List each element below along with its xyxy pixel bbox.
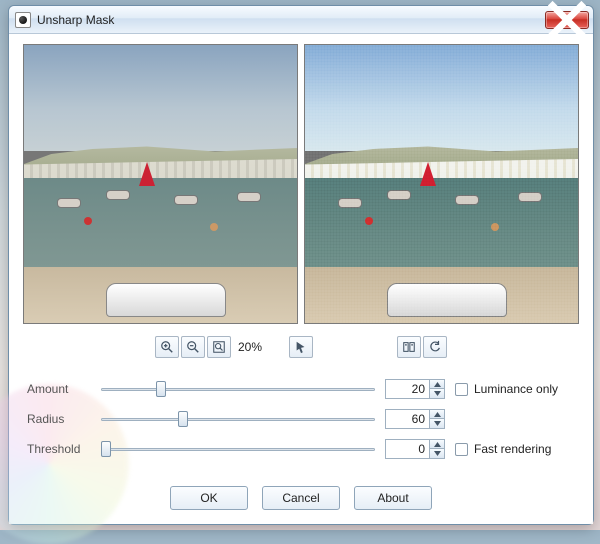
cancel-button[interactable]: Cancel: [262, 486, 340, 510]
preview-before[interactable]: [23, 44, 298, 324]
about-button[interactable]: About: [354, 486, 432, 510]
radius-step-up[interactable]: [430, 410, 444, 419]
preview-area: [23, 44, 579, 324]
preview-toolbar: 20%: [9, 334, 593, 360]
threshold-input[interactable]: [385, 439, 429, 459]
radius-input[interactable]: [385, 409, 429, 429]
zoom-out-button[interactable]: [181, 336, 205, 358]
amount-slider[interactable]: [101, 380, 375, 398]
checkbox-icon: [455, 383, 468, 396]
luminance-only-label: Luminance only: [474, 382, 558, 396]
threshold-label: Threshold: [27, 442, 91, 456]
parameters: Amount Luminance only: [27, 374, 575, 464]
threshold-row: Threshold Fast rendering: [27, 434, 575, 464]
amount-row: Amount Luminance only: [27, 374, 575, 404]
amount-step-down[interactable]: [430, 389, 444, 398]
ok-button[interactable]: OK: [170, 486, 248, 510]
unsharp-mask-dialog: Unsharp Mask: [8, 5, 594, 525]
window-title: Unsharp Mask: [37, 13, 114, 27]
dialog-buttons: OK Cancel About: [9, 486, 593, 510]
dialog-content: 20% Amount: [9, 34, 593, 524]
radius-slider[interactable]: [101, 410, 375, 428]
pointer-tool-button[interactable]: [289, 336, 313, 358]
zoom-fit-button[interactable]: [207, 336, 231, 358]
compare-toggle-button[interactable]: [397, 336, 421, 358]
amount-label: Amount: [27, 382, 91, 396]
radius-row: Radius .: [27, 404, 575, 434]
radius-step-down[interactable]: [430, 419, 444, 428]
amount-input[interactable]: [385, 379, 429, 399]
radius-label: Radius: [27, 412, 91, 426]
radius-spinner[interactable]: [385, 409, 445, 429]
titlebar[interactable]: Unsharp Mask: [9, 6, 593, 34]
luminance-only-checkbox[interactable]: Luminance only: [455, 382, 575, 396]
fast-rendering-label: Fast rendering: [474, 442, 551, 456]
zoom-in-button[interactable]: [155, 336, 179, 358]
threshold-step-up[interactable]: [430, 440, 444, 449]
amount-spinner[interactable]: [385, 379, 445, 399]
amount-step-up[interactable]: [430, 380, 444, 389]
reset-button[interactable]: [423, 336, 447, 358]
checkbox-icon: [455, 443, 468, 456]
threshold-slider[interactable]: [101, 440, 375, 458]
close-button[interactable]: [545, 11, 589, 29]
threshold-spinner[interactable]: [385, 439, 445, 459]
preview-after[interactable]: [304, 44, 579, 324]
app-icon: [15, 12, 31, 28]
fast-rendering-checkbox[interactable]: Fast rendering: [455, 442, 575, 456]
zoom-level: 20%: [233, 340, 267, 354]
threshold-step-down[interactable]: [430, 449, 444, 458]
